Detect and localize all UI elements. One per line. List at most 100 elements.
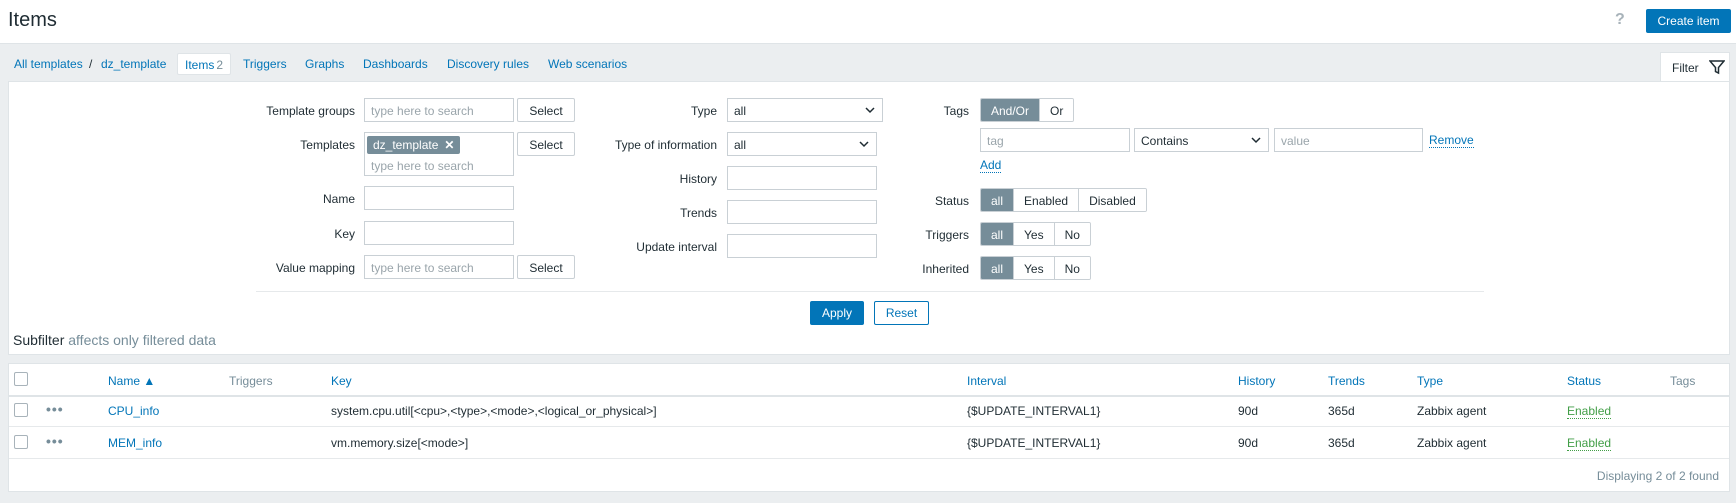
- type-of-information-select[interactable]: all: [727, 132, 877, 156]
- row-divider: [9, 426, 1729, 427]
- row-checkbox[interactable]: [14, 403, 28, 417]
- value-mapping-input[interactable]: type here to search: [364, 255, 514, 279]
- column-header-status[interactable]: Status: [1567, 374, 1601, 388]
- tab-dashboards[interactable]: Dashboards: [363, 57, 428, 71]
- item-interval: {$UPDATE_INTERVAL1}: [967, 436, 1101, 450]
- create-item-button[interactable]: Create item: [1646, 9, 1731, 33]
- reset-button[interactable]: Reset: [874, 301, 929, 325]
- name-label: Name: [322, 192, 355, 206]
- item-interval: {$UPDATE_INTERVAL1}: [967, 404, 1101, 418]
- item-name-link[interactable]: CPU_info: [108, 404, 159, 418]
- tab-items-count: 2: [216, 58, 224, 72]
- filter-icon: [1709, 60, 1725, 75]
- tab-discovery-rules[interactable]: Discovery rules: [447, 57, 529, 71]
- column-header-triggers: Triggers: [229, 374, 273, 388]
- key-label: Key: [334, 227, 355, 241]
- subfilter-note: affects only filtered data: [68, 332, 216, 348]
- type-of-information-label: Type of information: [614, 138, 717, 152]
- key-input[interactable]: [364, 221, 514, 245]
- status-enabled-option[interactable]: Enabled: [1013, 189, 1079, 211]
- tag-operator-select[interactable]: Contains: [1134, 128, 1269, 152]
- status-toggle[interactable]: all Enabled Disabled: [980, 188, 1147, 212]
- tags-or-option[interactable]: Or: [1039, 99, 1074, 121]
- column-header-trends[interactable]: Trends: [1328, 374, 1365, 388]
- item-type: Zabbix agent: [1417, 436, 1487, 450]
- chevron-down-icon: [859, 141, 869, 148]
- table-header-divider: [9, 395, 1729, 397]
- update-interval-input[interactable]: [727, 234, 877, 258]
- item-status-link[interactable]: Enabled: [1567, 436, 1612, 451]
- templates-label: Templates: [300, 138, 355, 152]
- column-header-tags: Tags: [1670, 374, 1696, 388]
- column-header-interval[interactable]: Interval: [967, 374, 1006, 388]
- item-key: vm.memory.size[<mode>]: [331, 436, 469, 450]
- history-input[interactable]: [727, 166, 877, 190]
- filter-tab-label: Filter: [1672, 61, 1699, 75]
- trends-label: Trends: [680, 206, 717, 220]
- value-mapping-select-button[interactable]: Select: [517, 255, 575, 279]
- tag-value-input[interactable]: value: [1274, 128, 1423, 152]
- templates-search-placeholder: type here to search: [371, 159, 474, 173]
- inherited-yes-option[interactable]: Yes: [1013, 257, 1054, 279]
- triggers-toggle[interactable]: all Yes No: [980, 222, 1091, 246]
- tag-name-input[interactable]: tag: [980, 128, 1130, 152]
- tab-items-label: Items: [185, 58, 215, 72]
- select-all-checkbox[interactable]: [14, 372, 28, 386]
- template-groups-label: Template groups: [266, 104, 355, 118]
- items-table: Name ▲ Triggers Key Interval History Tre…: [8, 363, 1730, 492]
- subfilter-heading: Subfilter affects only filtered data: [13, 332, 216, 348]
- add-tag-link[interactable]: Add: [980, 158, 1002, 173]
- tab-items[interactable]: Items 2: [177, 53, 232, 75]
- row-divider: [9, 458, 1729, 459]
- column-header-name[interactable]: Name ▲: [108, 374, 155, 388]
- item-type: Zabbix agent: [1417, 404, 1487, 418]
- type-of-information-value: all: [734, 138, 747, 152]
- status-all-option[interactable]: all: [981, 189, 1014, 211]
- chevron-down-icon: [1251, 137, 1261, 144]
- inherited-no-option[interactable]: No: [1053, 257, 1090, 279]
- tab-triggers[interactable]: Triggers: [243, 57, 287, 71]
- breadcrumb-all-templates[interactable]: All templates: [14, 57, 83, 71]
- triggers-filter-label: Triggers: [925, 228, 969, 242]
- help-icon[interactable]: ?: [1615, 11, 1625, 29]
- triggers-yes-option[interactable]: Yes: [1013, 223, 1054, 245]
- apply-button[interactable]: Apply: [810, 301, 864, 325]
- column-header-key[interactable]: Key: [331, 374, 352, 388]
- status-label: Status: [934, 194, 969, 208]
- type-label: Type: [690, 104, 717, 118]
- filter-tab[interactable]: Filter: [1660, 52, 1730, 82]
- item-name-link[interactable]: MEM_info: [108, 436, 162, 450]
- triggers-all-option[interactable]: all: [981, 223, 1014, 245]
- template-navigation: All templates / dz_template Items 2 Trigg…: [0, 52, 1736, 77]
- inherited-toggle[interactable]: all Yes No: [980, 256, 1091, 280]
- row-checkbox[interactable]: [14, 435, 28, 449]
- trends-input[interactable]: [727, 200, 877, 224]
- triggers-no-option[interactable]: No: [1053, 223, 1090, 245]
- page-header: Items ? Create item: [0, 0, 1736, 44]
- tags-andor-option[interactable]: And/Or: [981, 99, 1040, 121]
- update-interval-label: Update interval: [636, 240, 717, 254]
- tag-operator-value: Contains: [1141, 134, 1189, 148]
- status-disabled-option[interactable]: Disabled: [1078, 189, 1146, 211]
- name-input[interactable]: [364, 186, 514, 210]
- template-chip-label: dz_template: [373, 138, 439, 152]
- tab-graphs[interactable]: Graphs: [305, 57, 344, 71]
- type-select-value: all: [734, 104, 747, 118]
- remove-tag-link[interactable]: Remove: [1429, 133, 1474, 148]
- column-header-history[interactable]: History: [1238, 374, 1275, 388]
- item-key: system.cpu.util[<cpu>,<type>,<mode>,<log…: [331, 404, 657, 418]
- inherited-all-option[interactable]: all: [981, 257, 1014, 279]
- item-status-link[interactable]: Enabled: [1567, 404, 1612, 419]
- value-mapping-label: Value mapping: [275, 261, 355, 275]
- type-select[interactable]: all: [727, 98, 883, 122]
- template-groups-input[interactable]: type here to search: [364, 98, 514, 122]
- tags-evaltype-toggle[interactable]: And/Or Or: [980, 98, 1075, 122]
- page-title: Items: [8, 9, 57, 31]
- breadcrumb-template[interactable]: dz_template: [101, 57, 166, 71]
- template-chip: dz_template ✕: [367, 136, 461, 154]
- more-options-icon[interactable]: •••: [46, 401, 64, 417]
- column-header-type[interactable]: Type: [1417, 374, 1443, 388]
- remove-chip-icon[interactable]: ✕: [444, 138, 454, 152]
- more-options-icon[interactable]: •••: [46, 433, 64, 449]
- tab-web-scenarios[interactable]: Web scenarios: [548, 57, 627, 71]
